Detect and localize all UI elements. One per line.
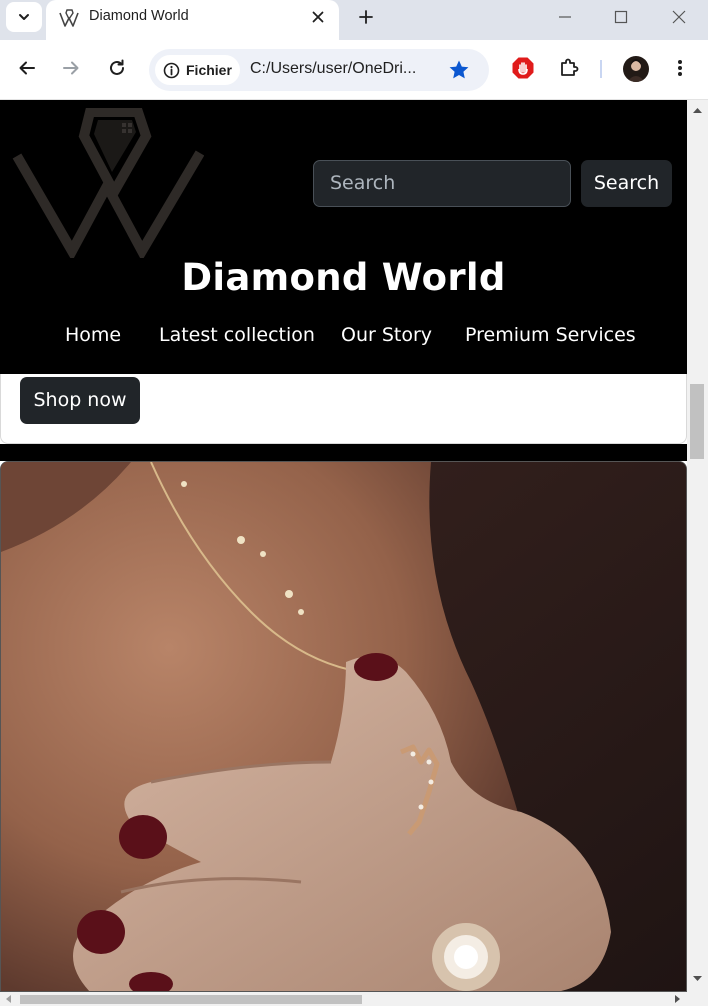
nav-item-latest-collection[interactable]: Latest collection [159,324,315,346]
plus-icon [359,10,373,24]
browser-toolbar: Fichier C:/Users/user/OneDri... [0,40,708,100]
avatar[interactable] [623,56,649,82]
forward-button[interactable] [58,55,84,81]
vertical-scrollbar[interactable] [687,100,708,992]
reload-button[interactable] [104,55,130,81]
reload-icon [110,59,124,75]
site-header: Search Search Diamond World Home Latest … [0,100,687,374]
close-icon [312,11,324,23]
site-chip-label: Fichier [186,62,232,78]
scroll-left-arrow-icon[interactable] [2,992,16,1006]
jewelry-photo [1,462,686,991]
search-input[interactable]: Search [313,160,571,207]
toolbar-divider [600,60,602,78]
info-icon [163,62,180,78]
page-title: Diamond World [181,256,506,299]
scroll-right-arrow-icon[interactable] [670,992,684,1006]
minimize-icon [559,16,571,18]
shop-now-button[interactable]: Shop now [20,377,140,424]
section-gap [0,444,687,461]
nav-item-home[interactable]: Home [65,324,121,346]
back-button[interactable] [14,55,40,81]
maximize-button[interactable] [608,5,634,29]
star-icon[interactable] [447,58,471,82]
nav-item-premium-services[interactable]: Premium Services [465,324,636,346]
stop-hand-icon [512,57,534,79]
new-tab-button[interactable] [355,6,377,28]
main-nav: Home Latest collection Our Story Premium… [0,324,687,356]
close-window-button[interactable] [666,5,692,29]
profile-photo [627,59,645,82]
tab-strip: Diamond World [0,0,708,40]
more-vertical-icon [678,60,682,76]
page-viewport: Search Search Diamond World Home Latest … [0,100,687,992]
forward-arrow-icon [63,61,79,75]
tab-title: Diamond World [89,8,189,24]
tab-close-button[interactable] [309,8,327,26]
site-info-chip[interactable]: Fichier [155,55,240,85]
diamond-world-logo[interactable] [12,108,204,258]
scroll-up-arrow-icon[interactable] [687,103,708,117]
address-bar[interactable]: Fichier C:/Users/user/OneDri... [149,49,489,91]
search-button[interactable]: Search [581,160,672,207]
active-tab[interactable]: Diamond World [46,0,339,40]
browser-menu-button[interactable] [667,55,693,81]
horizontal-scrollbar-thumb[interactable] [20,995,362,1004]
tab-search-button[interactable] [6,2,42,32]
scroll-down-arrow-icon[interactable] [687,972,708,986]
puzzle-icon [561,58,579,76]
back-arrow-icon [19,61,35,75]
chevron-down-icon [19,14,29,20]
url-text[interactable]: C:/Users/user/OneDri... [250,60,416,78]
nav-item-our-story[interactable]: Our Story [341,324,432,346]
extensions-button[interactable] [556,55,582,81]
maximize-icon [614,10,628,24]
adblock-extension-button[interactable] [510,55,536,81]
hero-image [0,461,687,992]
horizontal-scrollbar[interactable] [0,992,708,1006]
minimize-button[interactable] [552,5,578,29]
close-icon [672,10,686,24]
diamond-world-logo-icon [59,9,79,27]
vertical-scrollbar-thumb[interactable] [690,384,704,459]
